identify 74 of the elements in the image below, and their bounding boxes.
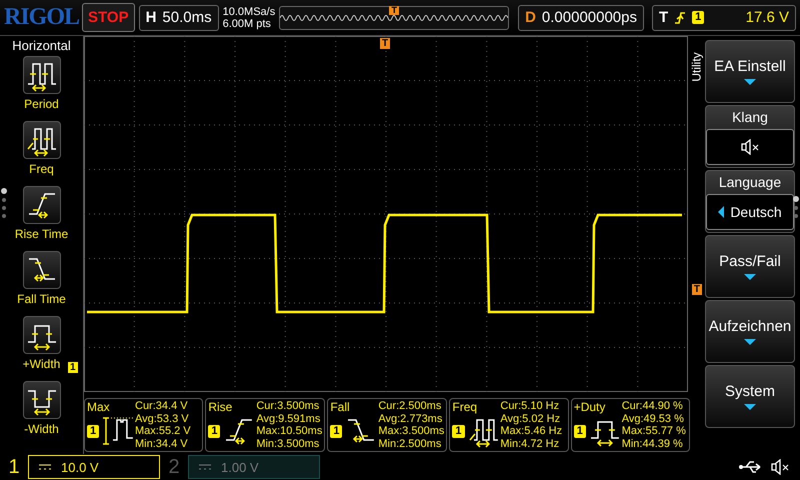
measurement-value: Cur:2.500ms: [378, 400, 442, 412]
menu-button[interactable]: EA Einstell: [705, 40, 795, 103]
channel-scale-field[interactable]: 1.00 V: [188, 455, 320, 479]
menu-button[interactable]: Aufzeichnen: [705, 300, 795, 363]
measurement-value: Max:55.2 V: [135, 425, 192, 438]
measurement-value: Avg:53.3 V: [135, 412, 190, 425]
channel-badge: 1: [452, 424, 464, 438]
trigger-level: 17.6 V: [746, 9, 789, 26]
measurement-value: Cur:3.500ms: [256, 400, 320, 412]
menu-label: Language: [718, 174, 782, 190]
menu-label: System: [724, 383, 775, 400]
measurement-value: Avg:9.591ms: [256, 412, 322, 425]
trigger-marker: T: [389, 6, 400, 14]
menu-label: EA Einstell: [714, 58, 786, 75]
measurement-label: Fall: [330, 400, 351, 414]
measurement-value: Cur:44.90 %: [622, 400, 684, 412]
measurement-value: Avg:49.53 %: [622, 412, 685, 425]
delay-value: 0.00000000ps: [542, 9, 637, 26]
channel-scale: 1.00 V: [221, 460, 259, 474]
menu-button[interactable]: System: [705, 365, 795, 428]
menu-title: Horizontal: [12, 37, 71, 55]
delay-label: D: [525, 9, 536, 26]
measurement-label: +Duty: [574, 400, 606, 414]
measure-label: Fall Time: [17, 292, 66, 306]
measurement-value: Avg:5.02 Hz: [500, 412, 562, 425]
brand-logo: RIGOL: [4, 4, 78, 31]
measurement-value: Avg:2.773ms: [378, 412, 444, 425]
measurement-value: Max:5.46 Hz: [500, 425, 564, 438]
trigger-level-marker[interactable]: T: [692, 284, 702, 295]
measure-label: -Width: [24, 422, 59, 436]
menu-value: Deutsch: [730, 204, 782, 220]
menu-button[interactable]: Language Deutsch: [705, 170, 795, 233]
run-stop-button[interactable]: STOP: [82, 3, 135, 32]
measurement-value: Min:44.39 %: [622, 438, 684, 450]
channel-number[interactable]: 1: [0, 456, 28, 478]
menu-button[interactable]: Klang: [705, 105, 795, 168]
delay-field[interactable]: D 0.00000000ps: [518, 4, 644, 30]
menu-label: Klang: [732, 108, 768, 124]
trigger-field[interactable]: T 1 17.6 V: [652, 4, 796, 30]
measurement-label: Freq: [452, 400, 478, 414]
measure-label: Freq: [29, 162, 54, 176]
menu-label: Aufzeichnen: [708, 318, 792, 335]
channel-badge: 1: [330, 424, 342, 438]
menu-title: Utility: [690, 52, 704, 82]
channel-badge: 1: [574, 424, 586, 438]
trigger-position-marker[interactable]: T: [380, 38, 390, 49]
measurement-value: Min:2.500ms: [378, 438, 442, 450]
measurement-value: Min:4.72 Hz: [500, 438, 560, 450]
measurement-value: Cur:5.10 Hz: [500, 400, 560, 412]
timebase-value: 50.0ms: [162, 9, 212, 26]
channel-badge: 1: [208, 424, 220, 438]
sample-rate: 10.0MSa/s: [222, 6, 276, 18]
timebase-field[interactable]: H 50.0ms: [138, 4, 219, 30]
measure-label: +Width: [22, 357, 60, 371]
measurement-value: Min:34.4 V: [135, 438, 189, 450]
timebase-label: H: [146, 9, 156, 26]
measurement-value: Min:3.500ms: [256, 438, 320, 450]
measure-label: Period: [24, 97, 59, 111]
menu-button[interactable]: Pass/Fail: [705, 235, 795, 298]
measurement-value: Max:10.50ms: [256, 425, 322, 438]
measurement-label: Max: [87, 400, 111, 414]
measure-label: Rise Time: [14, 227, 68, 241]
memory-depth: 6.00M pts: [222, 18, 272, 30]
channel-offset-marker[interactable]: 1: [68, 362, 78, 373]
measurement-value: Cur:34.4 V: [135, 400, 189, 412]
measurement-value: Max:3.500ms: [378, 425, 444, 438]
channel-badge: 1: [87, 424, 100, 438]
trigger-label: T: [659, 9, 668, 26]
channel-scale: 10.0 V: [61, 460, 99, 474]
measurement-label: Rise: [208, 400, 234, 414]
menu-label: Pass/Fail: [719, 253, 781, 270]
channel-scale-field[interactable]: 10.0 V: [28, 455, 160, 479]
measurement-value: Max:55.77 %: [622, 425, 687, 438]
channel-badge: 1: [692, 11, 704, 24]
